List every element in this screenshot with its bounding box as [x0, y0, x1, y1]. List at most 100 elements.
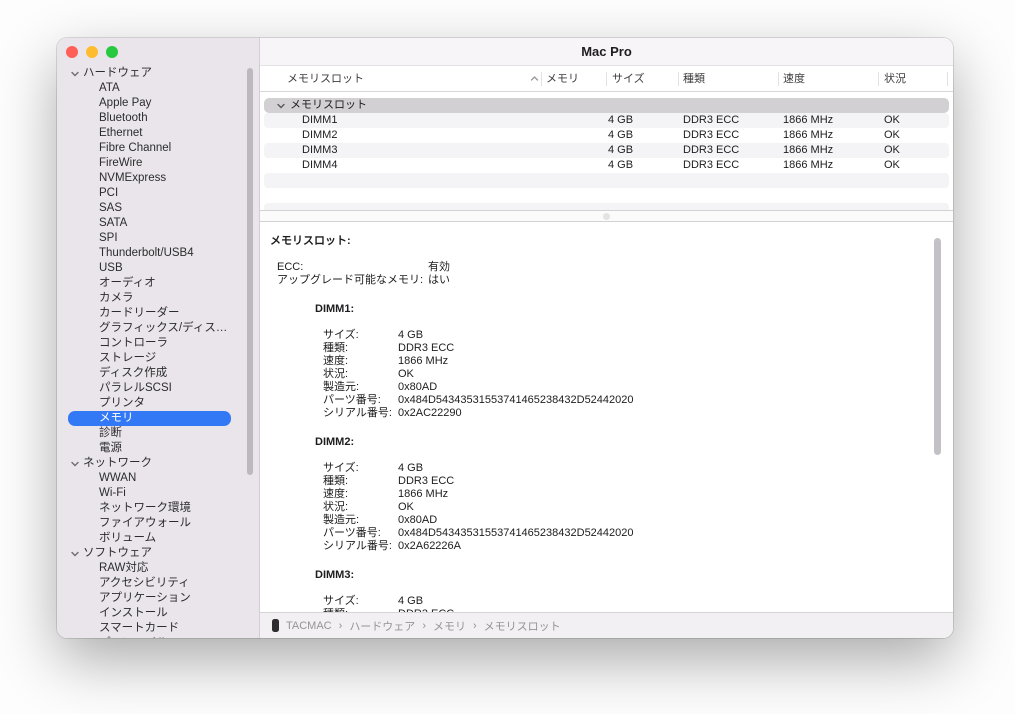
detail-field-type: 種類:DDR3 ECC — [323, 608, 953, 612]
sidebar-section-software[interactable]: ソフトウェア — [57, 546, 259, 561]
sidebar-item-raw-support[interactable]: RAW対応 — [57, 561, 259, 576]
column-header-size[interactable]: サイズ — [612, 66, 645, 92]
sidebar-item-controller[interactable]: コントローラ — [57, 336, 259, 351]
detail-field-part-number: パーツ番号:0x484D54343531553741465238432D5244… — [323, 394, 953, 407]
sidebar-item-audio[interactable]: オーディオ — [57, 276, 259, 291]
sidebar-item-storage[interactable]: ストレージ — [57, 351, 259, 366]
splitter-handle-icon[interactable] — [603, 213, 610, 220]
sidebar-item-fibre-channel[interactable]: Fibre Channel — [57, 141, 259, 156]
column-header-speed[interactable]: 速度 — [783, 66, 805, 92]
sidebar-item-wwan[interactable]: WWAN — [57, 471, 259, 486]
sidebar-item-wifi[interactable]: Wi-Fi — [57, 486, 259, 501]
column-divider[interactable] — [606, 72, 607, 86]
column-header-memory-slot[interactable]: メモリスロット — [287, 66, 364, 92]
table-row-dimm1[interactable]: DIMM1 4 GB DDR3 ECC 1866 MHz OK — [264, 113, 949, 128]
detail-pane: メモリスロット: ECC:有効 アップグレード可能なメモリ:はい DIMM1: … — [260, 222, 953, 612]
column-header-type[interactable]: 種類 — [683, 66, 705, 92]
breadcrumb-separator: › — [339, 620, 343, 632]
sidebar-item-volumes[interactable]: ボリューム — [57, 531, 259, 546]
mac-pro-icon — [272, 619, 279, 632]
pane-splitter[interactable] — [260, 210, 953, 222]
sidebar-item-power[interactable]: 電源 — [57, 441, 259, 456]
breadcrumb-device[interactable]: TACMAC — [286, 620, 332, 632]
sidebar-item-thunderbolt-usb4[interactable]: Thunderbolt/USB4 — [57, 246, 259, 261]
table-empty-row — [264, 173, 949, 188]
sidebar-item-sata[interactable]: SATA — [57, 216, 259, 231]
sidebar-item-printers[interactable]: プリンタ — [57, 396, 259, 411]
sidebar-item-installations[interactable]: インストール — [57, 606, 259, 621]
sidebar-item-applications[interactable]: アプリケーション — [57, 591, 259, 606]
sidebar-nav: ハードウェア ATA Apple Pay Bluetooth Ethernet … — [57, 66, 259, 638]
sidebar-item-spi[interactable]: SPI — [57, 231, 259, 246]
window-title: Mac Pro — [581, 44, 632, 59]
breadcrumb-separator: › — [422, 620, 426, 632]
sidebar-section-network[interactable]: ネットワーク — [57, 456, 259, 471]
detail-field-size: サイズ:4 GB — [323, 595, 953, 608]
table-group-row-memory-slot[interactable]: メモリスロット — [264, 98, 949, 113]
sidebar-item-graphics-displays[interactable]: グラフィックス/ディス… — [57, 321, 259, 336]
sidebar-item-firewire[interactable]: FireWire — [57, 156, 259, 171]
chevron-down-icon — [71, 460, 79, 468]
sidebar-item-card-reader[interactable]: カードリーダー — [57, 306, 259, 321]
sidebar-section-hardware[interactable]: ハードウェア — [57, 66, 259, 81]
sidebar-scrollbar[interactable] — [247, 68, 253, 475]
sort-ascending-icon — [530, 75, 539, 82]
column-divider[interactable] — [678, 72, 679, 86]
column-divider[interactable] — [541, 72, 542, 86]
sidebar-item-smart-cards[interactable]: スマートカード — [57, 621, 259, 636]
sidebar-item-ethernet[interactable]: Ethernet — [57, 126, 259, 141]
detail-field-speed: 速度:1866 MHz — [323, 488, 953, 501]
detail-scrollbar[interactable] — [934, 238, 941, 455]
zoom-button[interactable] — [106, 46, 118, 58]
sidebar: ハードウェア ATA Apple Pay Bluetooth Ethernet … — [57, 38, 260, 638]
sidebar-item-bluetooth[interactable]: Bluetooth — [57, 111, 259, 126]
sidebar-item-ata[interactable]: ATA — [57, 81, 259, 96]
sidebar-item-usb[interactable]: USB — [57, 261, 259, 276]
column-divider[interactable] — [878, 72, 879, 86]
system-information-window: ハードウェア ATA Apple Pay Bluetooth Ethernet … — [57, 38, 953, 638]
minimize-button[interactable] — [86, 46, 98, 58]
table-row-dimm2[interactable]: DIMM2 4 GB DDR3 ECC 1866 MHz OK — [264, 128, 949, 143]
detail-field-serial-number: シリアル番号:0x2AC22290 — [323, 407, 953, 420]
table-header: メモリスロット メモリ サイズ 種類 速度 状況 — [260, 66, 953, 92]
breadcrumb-separator: › — [473, 620, 477, 632]
close-button[interactable] — [66, 46, 78, 58]
column-header-status[interactable]: 状況 — [884, 66, 906, 92]
sidebar-item-diagnostics[interactable]: 診断 — [57, 426, 259, 441]
sidebar-item-accessibility[interactable]: アクセシビリティ — [57, 576, 259, 591]
detail-block-dimm1: DIMM1: サイズ:4 GB 種類:DDR3 ECC 速度:1866 MHz … — [315, 303, 953, 420]
table-row-dimm4[interactable]: DIMM4 4 GB DDR3 ECC 1866 MHz OK — [264, 158, 949, 173]
sidebar-selected-highlight: メモリ — [68, 411, 231, 426]
sidebar-item-profiles[interactable]: プロファイル — [57, 636, 259, 638]
main-pane: Mac Pro メモリスロット メモリ サイズ 種類 速度 状況 メモリスロット… — [260, 38, 953, 638]
sidebar-item-nvmexpress[interactable]: NVMExpress — [57, 171, 259, 186]
sidebar-item-network-locations[interactable]: ネットワーク環境 — [57, 501, 259, 516]
detail-field-size: サイズ:4 GB — [323, 329, 953, 342]
sidebar-item-memory[interactable]: メモリ — [57, 411, 259, 426]
chevron-down-icon — [71, 550, 79, 558]
table-row-dimm3[interactable]: DIMM3 4 GB DDR3 ECC 1866 MHz OK — [264, 143, 949, 158]
detail-field-type: 種類:DDR3 ECC — [323, 475, 953, 488]
titlebar[interactable]: Mac Pro — [260, 38, 953, 66]
sidebar-item-disc-burning[interactable]: ディスク作成 — [57, 366, 259, 381]
sidebar-item-sas[interactable]: SAS — [57, 201, 259, 216]
breadcrumb-memory-slot[interactable]: メモリスロット — [484, 618, 561, 634]
column-divider[interactable] — [778, 72, 779, 86]
sidebar-item-camera[interactable]: カメラ — [57, 291, 259, 306]
detail-summary: ECC:有効 アップグレード可能なメモリ:はい — [277, 261, 953, 287]
memory-slot-table: メモリスロット DIMM1 4 GB DDR3 ECC 1866 MHz OK … — [260, 92, 953, 210]
breadcrumb-hardware[interactable]: ハードウェア — [349, 618, 415, 634]
sidebar-item-parallel-scsi[interactable]: パラレルSCSI — [57, 381, 259, 396]
column-header-memory[interactable]: メモリ — [546, 66, 579, 92]
sidebar-item-apple-pay[interactable]: Apple Pay — [57, 96, 259, 111]
window-controls — [66, 46, 118, 58]
detail-field-speed: 速度:1866 MHz — [323, 355, 953, 368]
sidebar-item-firewall[interactable]: ファイアウォール — [57, 516, 259, 531]
column-divider[interactable] — [947, 72, 948, 86]
sidebar-section-label: ネットワーク — [83, 456, 152, 471]
detail-field-status: 状況:OK — [323, 368, 953, 381]
breadcrumb-memory[interactable]: メモリ — [433, 618, 466, 634]
detail-field-manufacturer: 製造元:0x80AD — [323, 381, 953, 394]
detail-field-part-number: パーツ番号:0x484D54343531553741465238432D5244… — [323, 527, 953, 540]
sidebar-item-pci[interactable]: PCI — [57, 186, 259, 201]
